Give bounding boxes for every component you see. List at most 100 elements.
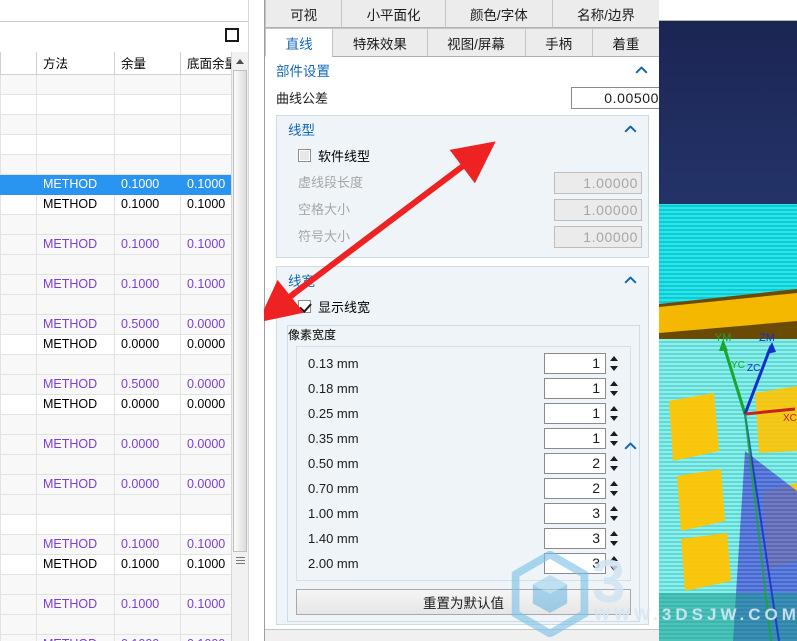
group-line-width-header[interactable]: 线宽 <box>277 267 648 293</box>
spinner-arrows[interactable] <box>608 478 622 499</box>
input-linetype-field[interactable]: 1.00000 <box>554 199 642 221</box>
tab-4[interactable]: 着重 <box>591 28 661 57</box>
chevron-up-icon[interactable] <box>625 123 636 134</box>
table-row[interactable]: 01...METHOD0.10000.1000 <box>0 633 246 641</box>
spinner-pixel-width[interactable]: 2 <box>544 453 622 474</box>
tab-3[interactable]: 手柄 <box>524 28 593 57</box>
table-row[interactable]: 01...METHOD0.10000.1000 <box>0 193 246 215</box>
input-pixel-width[interactable]: 3 <box>544 528 606 549</box>
spinner-up-icon[interactable] <box>610 431 618 436</box>
tab-1[interactable]: 特殊效果 <box>332 28 428 57</box>
spinner-up-icon[interactable] <box>610 556 618 561</box>
table-row[interactable] <box>0 413 246 435</box>
spinner-down-icon[interactable] <box>610 491 618 496</box>
spinner-arrows[interactable] <box>608 503 622 524</box>
table-row[interactable]: 01...METHOD0.10000.1000 <box>0 593 246 615</box>
spinner-arrows[interactable] <box>608 353 622 374</box>
tab-3[interactable]: 名称/边界 <box>551 0 661 28</box>
graphics-viewport[interactable]: YM ZM YC ZC XC <box>659 0 797 641</box>
table-row[interactable]: 01...METHOD0.00000.0000 <box>0 393 246 415</box>
table-row[interactable] <box>0 253 246 275</box>
spinner-down-icon[interactable] <box>610 516 618 521</box>
spinner-down-icon[interactable] <box>610 466 618 471</box>
scroll-up-icon[interactable] <box>232 52 248 69</box>
spinner-pixel-width[interactable]: 1 <box>544 378 622 399</box>
table-row[interactable]: 01...METHOD0.00000.0000 <box>0 433 246 455</box>
input-pixel-width[interactable]: 2 <box>544 453 606 474</box>
table-row[interactable] <box>0 213 246 235</box>
input-pixel-width[interactable]: 1 <box>544 428 606 449</box>
spinner-arrows[interactable] <box>608 428 622 449</box>
scrollbar-grip-icon[interactable] <box>236 557 245 566</box>
table-row[interactable] <box>0 113 246 135</box>
group-line-type-header[interactable]: 线型 <box>277 116 648 142</box>
table-row[interactable] <box>0 453 246 475</box>
input-pixel-width[interactable]: 1 <box>544 353 606 374</box>
table-row[interactable] <box>0 353 246 375</box>
chevron-up-icon[interactable] <box>636 64 647 75</box>
spinner-pixel-width[interactable]: 3 <box>544 528 622 549</box>
checkbox-row-show-linewidth[interactable]: 显示线宽 <box>287 293 640 319</box>
spinner-up-icon[interactable] <box>610 406 618 411</box>
tab-2[interactable]: 视图/屏幕 <box>426 28 526 57</box>
spinner-up-icon[interactable] <box>610 356 618 361</box>
table-row[interactable] <box>0 613 246 635</box>
tab-2[interactable]: 颜色/字体 <box>444 0 553 28</box>
table-row[interactable] <box>0 93 246 115</box>
spinner-pixel-width[interactable]: 1 <box>544 428 622 449</box>
spinner-arrows[interactable] <box>608 378 622 399</box>
spinner-down-icon[interactable] <box>610 416 618 421</box>
spinner-up-icon[interactable] <box>610 381 618 386</box>
spinner-up-icon[interactable] <box>610 456 618 461</box>
spinner-arrows[interactable] <box>608 403 622 424</box>
table-row[interactable]: 01...METHOD0.10000.1000 <box>0 273 246 295</box>
table-row[interactable] <box>0 493 246 515</box>
column-header-stock[interactable]: 余量 <box>114 52 181 75</box>
column-header-blank2[interactable] <box>0 52 37 75</box>
table-row[interactable]: 01...METHOD0.00000.0000 <box>0 333 246 355</box>
spinner-down-icon[interactable] <box>610 441 618 446</box>
spinner-down-icon[interactable] <box>610 391 618 396</box>
table-row[interactable] <box>0 153 246 175</box>
chevron-up-icon[interactable] <box>625 274 636 285</box>
spinner-up-icon[interactable] <box>610 531 618 536</box>
spinner-pixel-width[interactable]: 1 <box>544 403 622 424</box>
group-pixel-width-header[interactable]: 像素宽度 <box>288 326 639 343</box>
table-row[interactable] <box>0 293 246 315</box>
checkbox-software-linetype[interactable] <box>298 148 311 162</box>
input-pixel-width[interactable]: 1 <box>544 403 606 424</box>
scrollbar-thumb[interactable] <box>233 70 247 552</box>
spinner-down-icon[interactable] <box>610 566 618 571</box>
table-row[interactable] <box>0 73 246 95</box>
table-row[interactable]: 01...METHOD0.10000.1000 <box>0 233 246 255</box>
tab-0[interactable]: 直线 <box>265 28 334 57</box>
table-row[interactable] <box>0 573 246 595</box>
spinner-arrows[interactable] <box>608 453 622 474</box>
spinner-pixel-width[interactable]: 2 <box>544 478 622 499</box>
table-row[interactable]: 01...METHOD0.10000.1000 <box>0 173 246 195</box>
input-curve-tolerance[interactable]: 0.00500 <box>571 87 659 109</box>
table-row[interactable] <box>0 133 246 155</box>
table-row[interactable]: 01...METHOD0.10000.1000 <box>0 553 246 575</box>
spinner-arrows[interactable] <box>608 553 622 574</box>
table-row[interactable]: 01...METHOD0.00000.0000 <box>0 473 246 495</box>
spinner-pixel-width[interactable]: 3 <box>544 503 622 524</box>
checkbox-show-linewidth[interactable] <box>298 299 311 313</box>
tab-1[interactable]: 小平面化 <box>341 0 446 28</box>
table-row[interactable]: 01...METHOD0.10000.1000 <box>0 533 246 555</box>
navigator-toggle-checkbox[interactable] <box>225 28 239 42</box>
tab-0[interactable]: 可视 <box>265 0 343 28</box>
checkbox-row-software-linetype[interactable]: 软件线型 <box>287 142 640 168</box>
spinner-pixel-width[interactable]: 1 <box>544 353 622 374</box>
input-linetype-field[interactable]: 1.00000 <box>554 172 642 194</box>
input-pixel-width[interactable]: 2 <box>544 478 606 499</box>
spinner-down-icon[interactable] <box>610 541 618 546</box>
reset-to-defaults-button[interactable]: 重置为默认值 <box>296 589 631 615</box>
spinner-up-icon[interactable] <box>610 506 618 511</box>
spinner-up-icon[interactable] <box>610 481 618 486</box>
table-row[interactable]: 01...METHOD0.50000.0000 <box>0 373 246 395</box>
spinner-pixel-width[interactable]: 3 <box>544 553 622 574</box>
table-row[interactable] <box>0 513 246 535</box>
input-linetype-field[interactable]: 1.00000 <box>554 226 642 248</box>
table-row[interactable]: 01...METHOD0.50000.0000 <box>0 313 246 335</box>
